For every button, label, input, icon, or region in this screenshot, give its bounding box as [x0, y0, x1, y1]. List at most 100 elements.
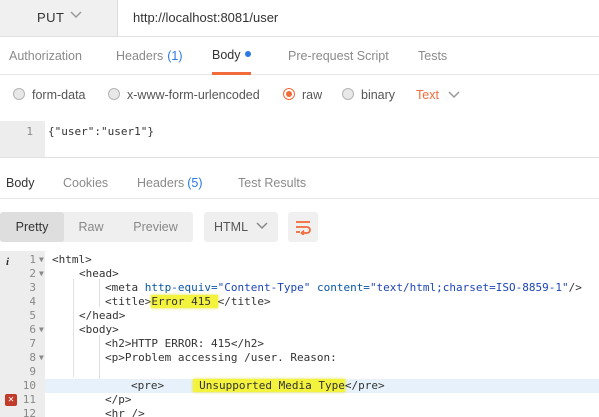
radio-circle-icon: [108, 88, 120, 100]
line-number: 7: [29, 337, 36, 350]
radio-circle-icon: [13, 88, 25, 100]
line-number: 4: [29, 295, 36, 308]
code-text: <p>Problem accessing /user. Reason:: [105, 351, 337, 364]
tab-response-body[interactable]: Body: [6, 176, 35, 190]
radio-circle-icon: [342, 88, 354, 100]
code-text: <pre> Unsupported Media Type</pre>: [131, 379, 385, 393]
line-number: 11: [22, 393, 36, 406]
body-format-label: Text: [416, 88, 439, 102]
code-line: 9: [0, 365, 599, 379]
radio-label: x-www-form-urlencoded: [127, 88, 260, 102]
fold-arrow-icon[interactable]: ▼: [39, 253, 44, 267]
tab-pre-request-script[interactable]: Pre-request Script: [288, 37, 389, 75]
radio-binary[interactable]: binary: [342, 88, 395, 102]
response-body-viewer[interactable]: i 1 ▼ <html> 2 ▼ <head> 3 <meta http-equ…: [0, 251, 599, 417]
value-token: "Content-Type": [217, 281, 311, 294]
line-number: 6: [29, 323, 36, 336]
preview-button[interactable]: Preview: [118, 212, 193, 242]
body-format-dropdown[interactable]: Text: [416, 88, 460, 102]
line-number: 1: [29, 253, 36, 266]
body-type-options: form-data x-www-form-urlencoded raw bina…: [0, 84, 599, 110]
line-number: 2: [29, 267, 36, 280]
tab-response-headers[interactable]: Headers (5): [137, 176, 203, 190]
line-number: 8: [29, 351, 36, 364]
line-number: 9: [29, 365, 36, 378]
tab-authorization[interactable]: Authorization: [9, 37, 82, 75]
tab-body[interactable]: Body: [212, 37, 251, 75]
tab-tests[interactable]: Tests: [418, 37, 447, 75]
tab-label: Pre-request Script: [288, 49, 389, 63]
response-headers-count: (5): [187, 176, 203, 190]
fold-arrow-icon[interactable]: ▼: [39, 323, 44, 337]
chevron-down-icon: [256, 222, 268, 230]
tab-label: Body: [212, 48, 241, 62]
code-line: i 1 ▼ <html>: [0, 253, 599, 268]
response-format-dropdown[interactable]: HTML: [204, 212, 278, 242]
request-tabs: Authorization Headers (1) Body Pre-reques…: [0, 37, 599, 75]
code-line: 3 <meta http-equiv="Content-Type" conten…: [0, 281, 599, 295]
code-text: <body>: [79, 323, 119, 336]
code-line: 6 ▼ <body>: [0, 323, 599, 337]
tag-token: <title>: [105, 295, 152, 308]
code-line: 2 ▼ <head>: [0, 267, 599, 281]
tab-headers[interactable]: Headers (1): [116, 37, 183, 75]
code-line: 10 <pre> Unsupported Media Type</pre>: [0, 379, 599, 393]
code-text: <hr />: [105, 407, 145, 417]
line-number: 1: [26, 125, 33, 138]
tab-label: Authorization: [9, 49, 82, 63]
chevron-down-icon: [448, 91, 460, 99]
raw-button[interactable]: Raw: [64, 212, 118, 242]
code-text: <title>Error 415 </title>: [105, 295, 271, 309]
attr-token: http-equiv=: [144, 281, 218, 294]
tab-label: Headers: [137, 176, 185, 190]
url-bar: PUT http://localhost:8081/user: [0, 0, 599, 37]
code-text: </head>: [79, 309, 126, 322]
radio-selected-icon: [283, 88, 295, 100]
line-number: 10: [22, 379, 36, 392]
tag-token: <meta: [105, 281, 139, 294]
code-line: 4 <title>Error 415 </title>: [0, 295, 599, 309]
line-gutter: 1: [0, 121, 45, 157]
line-number: 12: [22, 407, 36, 417]
request-body-code[interactable]: {"user":"user1"}: [48, 125, 154, 138]
headers-count: (1): [167, 49, 183, 63]
wrap-lines-button[interactable]: [288, 212, 318, 242]
code-text: </p>: [105, 393, 132, 406]
radio-label: raw: [302, 88, 323, 102]
fold-arrow-icon[interactable]: ▼: [39, 267, 44, 281]
tab-label: Tests: [418, 49, 448, 63]
code-line: 8 ▼ <p>Problem accessing /user. Reason:: [0, 351, 599, 365]
request-body-editor[interactable]: 1 {"user":"user1"}: [0, 121, 599, 158]
code-line: 12 <hr />: [0, 407, 599, 417]
radio-label: binary: [361, 88, 396, 102]
tag-token: <pre>: [131, 379, 165, 392]
radio-label: form-data: [32, 88, 86, 102]
view-mode-group: Pretty Raw Preview: [0, 212, 193, 242]
code-text: <html>: [52, 253, 92, 266]
tag-token: </title>: [217, 295, 271, 308]
radio-form-data[interactable]: form-data: [13, 88, 86, 102]
fold-arrow-icon[interactable]: ▼: [39, 351, 44, 365]
response-tabs: Body Cookies Headers (5) Test Results: [0, 168, 599, 199]
tag-token: </pre>: [344, 379, 385, 392]
code-text: <h2>HTTP ERROR: 415</h2>: [105, 337, 264, 350]
radio-x-www-form-urlencoded[interactable]: x-www-form-urlencoded: [108, 88, 260, 102]
radio-raw[interactable]: raw: [283, 88, 322, 102]
wrap-lines-icon: [296, 221, 311, 235]
code-text: <head>: [79, 267, 119, 280]
value-token: "text/html;charset=ISO-8859-1": [369, 281, 569, 294]
chevron-down-icon: [70, 11, 82, 19]
tab-test-results[interactable]: Test Results: [238, 176, 306, 190]
highlighted-text: Error 415: [151, 295, 218, 308]
tag-token: />: [568, 281, 582, 294]
response-format-label: HTML: [214, 220, 249, 234]
pretty-button[interactable]: Pretty: [0, 212, 64, 242]
url-input[interactable]: http://localhost:8081/user: [133, 10, 278, 25]
code-line: 7 <h2>HTTP ERROR: 415</h2>: [0, 337, 599, 351]
line-number: 5: [29, 309, 36, 322]
method-dropdown[interactable]: PUT: [0, 0, 118, 36]
tab-cookies[interactable]: Cookies: [63, 176, 108, 190]
attr-token: content=: [316, 281, 370, 294]
line-number: 3: [29, 281, 36, 294]
highlighted-text: Unsupported Media Type: [193, 379, 345, 392]
